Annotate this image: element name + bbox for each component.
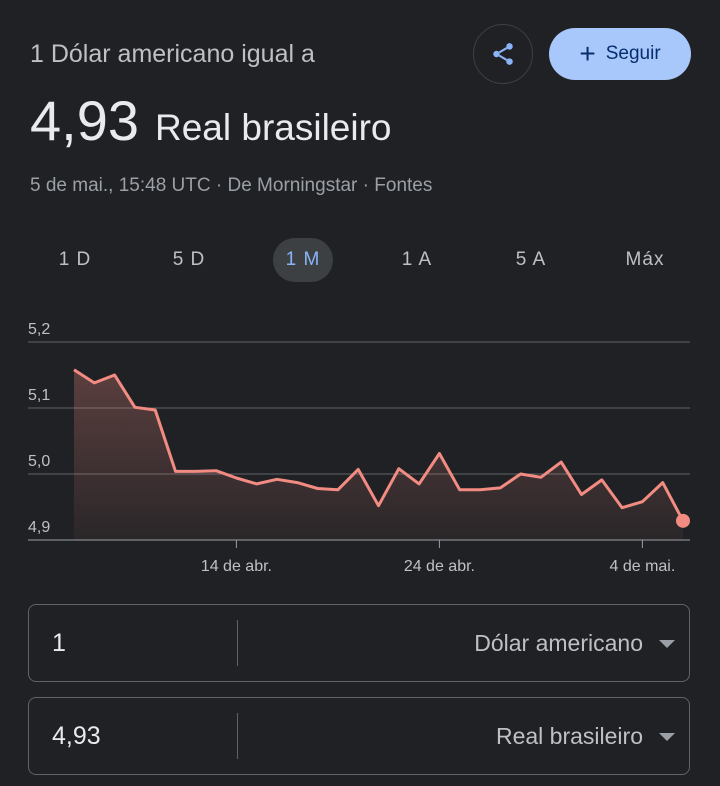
from-amount-input[interactable]: 1 [52, 605, 66, 681]
timestamp: 5 de mai., 15:48 UTC [30, 175, 211, 196]
series-area [74, 369, 683, 540]
sources-link[interactable]: Fontes [374, 175, 432, 196]
follow-button[interactable]: + Seguir [549, 28, 691, 80]
exchange-rate-chart[interactable]: 5,2 5,1 5,0 4,9 14 de abr. 24 de abr. 4 de ma… [0, 320, 720, 590]
converter-to: 4,93 Real brasileiro [28, 697, 690, 775]
share-button[interactable] [473, 24, 533, 84]
current-value-point [676, 513, 690, 528]
tab-1m[interactable]: 1 M [273, 238, 333, 282]
rate-currency: Real brasileiro [155, 107, 392, 148]
tab-5a[interactable]: 5 A [501, 238, 561, 282]
share-icon [493, 43, 513, 65]
x-tick-label: 4 de mai. [609, 558, 675, 575]
dropdown-arrow-icon[interactable] [659, 640, 675, 648]
tab-1a[interactable]: 1 A [387, 238, 447, 282]
to-amount-input[interactable]: 4,93 [52, 698, 101, 774]
y-tick-label: 5,0 [28, 453, 50, 470]
x-tick-label: 24 de abr. [404, 558, 475, 575]
separator: · [357, 175, 375, 196]
time-range-tabs: 1 D 5 D 1 M 1 A 5 A Máx [30, 238, 690, 282]
divider [237, 713, 238, 759]
to-currency-select[interactable]: Real brasileiro [496, 698, 643, 774]
follow-label: Seguir [605, 43, 661, 64]
divider [237, 620, 238, 666]
conversion-title: 1 Dólar americano igual a [30, 40, 315, 68]
plus-icon: + [579, 38, 596, 69]
separator: · [210, 175, 228, 196]
tab-5d[interactable]: 5 D [159, 238, 219, 282]
source-label: De Morningstar [227, 175, 358, 196]
y-tick-label: 4,9 [28, 519, 50, 536]
exchange-rate: 4,93 Real brasileiro [30, 88, 392, 153]
from-currency-select[interactable]: Dólar americano [474, 605, 643, 681]
tab-1d[interactable]: 1 D [45, 238, 105, 282]
converter-from: 1 Dólar americano [28, 604, 690, 682]
dropdown-arrow-icon[interactable] [659, 733, 675, 741]
rate-metadata: 5 de mai., 15:48 UTC · De Morningstar · … [30, 175, 432, 197]
rate-value: 4,93 [30, 89, 139, 152]
tab-max[interactable]: Máx [615, 238, 675, 282]
x-tick-label: 14 de abr. [201, 558, 272, 575]
y-tick-label: 5,1 [28, 387, 50, 404]
y-tick-label: 5,2 [28, 321, 50, 338]
